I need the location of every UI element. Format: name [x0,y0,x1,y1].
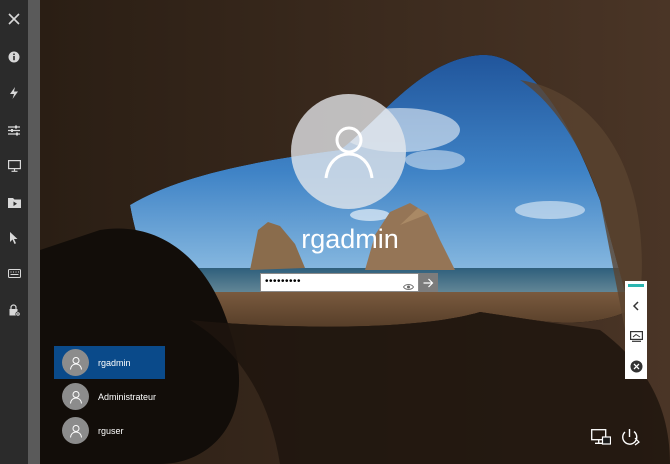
folder-play-icon[interactable] [4,192,24,212]
user-avatar [62,383,89,410]
info-icon[interactable] [4,47,24,67]
user-avatar [62,349,89,376]
close-icon[interactable] [4,9,24,29]
user-item-administrateur[interactable]: Administrateur [54,380,165,413]
user-name: rgadmin [98,358,131,368]
user-icon [319,122,379,182]
keyboard-icon[interactable] [4,263,24,283]
reveal-password-icon[interactable] [403,278,414,296]
pointer-icon[interactable] [4,228,24,248]
remote-toolbar [0,0,28,464]
submit-arrow-button[interactable] [419,273,438,292]
user-avatar [62,417,89,444]
network-icon[interactable] [589,425,613,449]
chevron-left-icon[interactable] [627,297,645,315]
side-control-panel [625,281,647,379]
password-field[interactable]: ••••••••• [260,273,419,292]
sliders-icon[interactable] [4,120,24,140]
panel-accent-bar [628,284,644,287]
screen-share-icon[interactable] [627,327,645,345]
lock-gear-icon[interactable] [4,300,24,320]
login-screen: rgadmin ••••••••• rgadmin Administrateur… [40,0,670,464]
user-avatar-large [291,94,406,209]
power-icon[interactable] [618,425,642,449]
user-name: rguser [98,426,124,436]
user-item-rguser[interactable]: rguser [54,414,165,447]
username-label: rgadmin [270,224,430,255]
toolbar-gutter [28,0,40,464]
user-item-rgadmin[interactable]: rgadmin [54,346,165,379]
lightning-icon[interactable] [4,83,24,103]
user-name: Administrateur [98,392,156,402]
arrow-right-icon [423,278,434,288]
close-circle-icon[interactable] [627,357,645,375]
monitor-icon[interactable] [4,156,24,176]
password-value: ••••••••• [265,276,301,287]
